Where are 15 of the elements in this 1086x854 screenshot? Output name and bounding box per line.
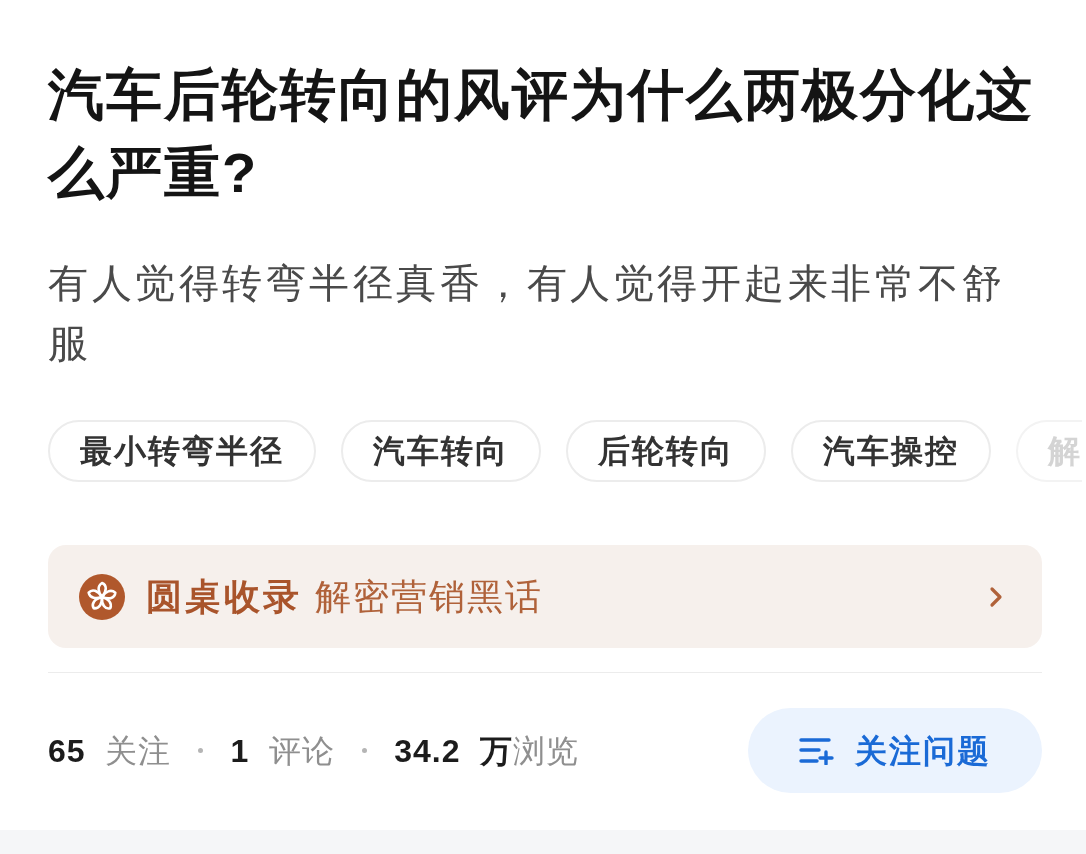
- topic-tag[interactable]: 汽车转向: [341, 420, 541, 482]
- stat-text: 1 评论: [230, 731, 336, 771]
- flower-icon: [79, 573, 125, 620]
- list-plus-icon: [799, 736, 835, 765]
- topic-tag[interactable]: 汽车操控: [791, 420, 991, 482]
- topic-tag[interactable]: 后轮转向: [566, 420, 766, 482]
- stat-text: 65 关注: [48, 731, 172, 771]
- stat-text: 34.2 万浏览: [394, 731, 580, 771]
- question-description: 有人觉得转弯半径真香，有人觉得开起来非常不舒服: [48, 260, 1006, 367]
- collection-card[interactable]: 圆桌收录 解密营销黑话: [48, 545, 1042, 648]
- collection-title: 解密营销黑话: [315, 574, 543, 619]
- collection-label: 圆桌收录: [146, 574, 302, 619]
- follow-question-button[interactable]: 关注问题: [748, 708, 1042, 793]
- topic-tag[interactable]: 最小转弯半径: [48, 420, 316, 482]
- question-title: 汽车后轮转向的风评为什么两极分化这么严重?: [48, 62, 1035, 206]
